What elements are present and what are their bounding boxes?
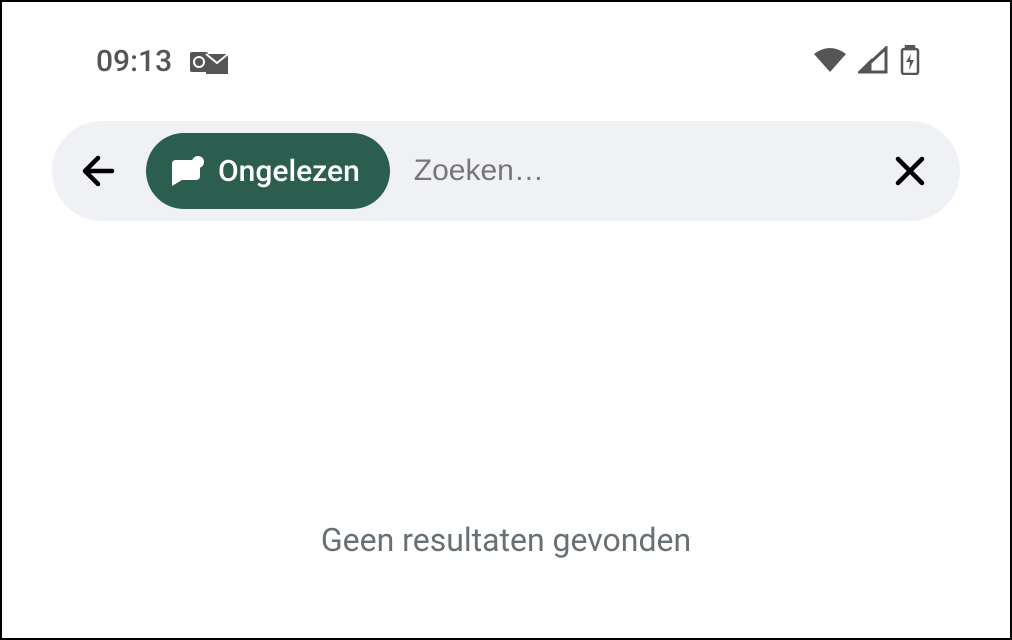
outlook-icon <box>190 48 230 76</box>
search-bar: Ongelezen <box>52 121 960 221</box>
wifi-icon <box>814 48 846 76</box>
filter-chip-unread[interactable]: Ongelezen <box>146 133 390 209</box>
status-time: 09:13 <box>96 44 172 79</box>
filter-chip-label: Ongelezen <box>218 154 360 189</box>
battery-charging-icon <box>900 45 920 79</box>
back-arrow-icon[interactable] <box>80 151 120 191</box>
no-results-message: Geen resultaten gevonden <box>2 521 1010 559</box>
status-left: 09:13 <box>96 44 230 79</box>
search-input[interactable] <box>414 154 892 188</box>
status-right <box>814 45 920 79</box>
cellular-signal-icon <box>858 46 888 78</box>
status-bar: 09:13 <box>2 2 1010 99</box>
close-icon[interactable] <box>892 153 928 189</box>
unread-chat-icon <box>168 156 204 186</box>
